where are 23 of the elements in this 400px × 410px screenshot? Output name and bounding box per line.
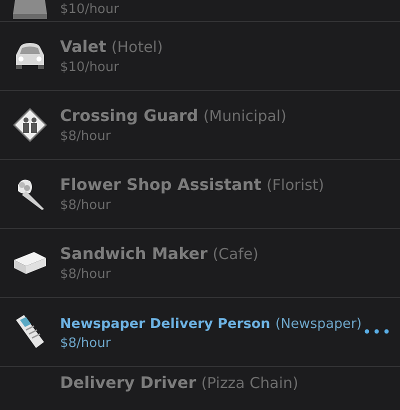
employer-label: (Florist) bbox=[266, 176, 324, 194]
job-title: Newspaper Delivery Person bbox=[60, 316, 270, 332]
crossing-sign-icon bbox=[13, 108, 47, 142]
wage-label: $10/hour bbox=[60, 60, 120, 75]
employer-label: (Hotel) bbox=[111, 38, 163, 56]
wage-label: $8/hour bbox=[60, 129, 112, 144]
car-icon bbox=[13, 41, 47, 71]
job-title: Sandwich Maker bbox=[60, 244, 208, 263]
job-title: Flower Shop Assistant bbox=[60, 175, 262, 194]
tray-icon bbox=[12, 0, 48, 20]
job-title: Crossing Guard bbox=[60, 106, 198, 125]
wage-label: $8/hour bbox=[60, 267, 112, 282]
wage-label: $8/hour bbox=[60, 336, 112, 351]
job-title: Delivery Driver bbox=[60, 373, 196, 392]
wage-label: $10/hour bbox=[60, 2, 120, 17]
job-title: Valet bbox=[60, 37, 106, 56]
wage-label: $8/hour bbox=[60, 198, 112, 213]
employer-label: (Municipal) bbox=[203, 107, 286, 125]
employer-label: (Pizza Chain) bbox=[201, 374, 298, 392]
employer-label: (Cafe) bbox=[212, 245, 259, 263]
sandwich-icon bbox=[12, 250, 48, 276]
employer-label: (Newspaper) bbox=[275, 316, 362, 332]
newspaper-icon bbox=[14, 314, 46, 350]
